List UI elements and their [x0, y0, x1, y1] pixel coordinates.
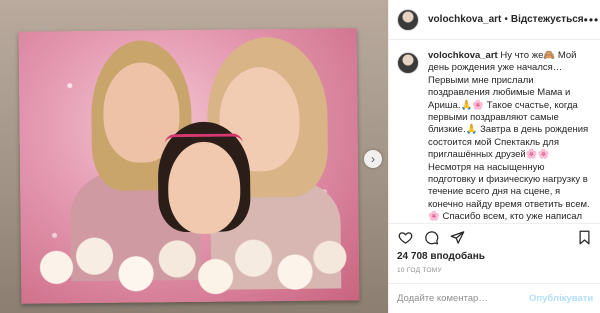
- caption-line: подготовку и физическую нагрузку в: [428, 174, 588, 186]
- girl-face: [167, 141, 241, 235]
- caption-line: день рождения уже начался…: [428, 62, 563, 74]
- post-timestamp[interactable]: 10 ГОД ТОМУ: [389, 265, 600, 283]
- post-side-panel: volochkova_art • Відстежується ••• voloc…: [388, 0, 600, 313]
- caption-line: поздравления любимые Мама и: [428, 87, 571, 99]
- girl-headband: [164, 133, 243, 145]
- following-button[interactable]: Відстежується: [511, 14, 584, 25]
- comment-icon[interactable]: [423, 230, 439, 246]
- header-username[interactable]: volochkova_art: [428, 14, 501, 25]
- caption-line: приглашённых друзей🌸🌸: [428, 149, 550, 161]
- portrait-canvas: [18, 28, 360, 304]
- caption-line: Несмотря на насыщенную: [428, 161, 545, 173]
- caption-line: конечно найду время ответить всем.: [428, 198, 590, 210]
- caption-line: Ариша.🙏🌸 Такое счастье, когда: [428, 99, 578, 111]
- caption-line: течение всего дня на сцене, я: [428, 186, 561, 198]
- post-photo[interactable]: ›: [0, 0, 388, 313]
- chevron-right-icon[interactable]: ›: [364, 150, 382, 168]
- heart-icon[interactable]: [397, 230, 413, 246]
- caption-line: первыми поздравляют самые: [428, 112, 559, 124]
- post-header: volochkova_art • Відстежується •••: [389, 0, 600, 40]
- bookmark-icon[interactable]: [576, 230, 592, 246]
- comment-form: Опублікувати: [389, 283, 600, 313]
- action-bar: [389, 223, 600, 251]
- comment-input[interactable]: [397, 293, 529, 304]
- instagram-post-view: › volochkova_art • Відстежується ••• vol…: [0, 0, 600, 313]
- post-caption: volochkova_art Ну что же🙈 Мой день рожде…: [428, 50, 590, 223]
- avatar[interactable]: [397, 8, 419, 31]
- caption-line: 🌸 Спасибо всем, кто уже написал: [428, 211, 583, 223]
- caption-line: близкие.🙏 Завтра в день рождения: [428, 124, 589, 136]
- caption-area: volochkova_art Ну что же🙈 Мой день рожде…: [389, 40, 600, 223]
- publish-button[interactable]: Опублікувати: [529, 293, 593, 304]
- likes-count[interactable]: 24 708 вподобань: [389, 251, 600, 265]
- caption-line: Первыми мне прислали: [428, 74, 534, 86]
- more-dots-icon[interactable]: •••: [584, 13, 600, 27]
- avatar[interactable]: [397, 52, 419, 74]
- caption-line: состоится мой Спектакль для: [428, 136, 559, 148]
- caption-line: Ну что же🙈 Мой: [500, 50, 577, 61]
- white-roses: [30, 228, 350, 304]
- separator-dot: •: [504, 14, 508, 25]
- share-icon[interactable]: [449, 230, 465, 246]
- caption-username[interactable]: volochkova_art: [428, 50, 498, 61]
